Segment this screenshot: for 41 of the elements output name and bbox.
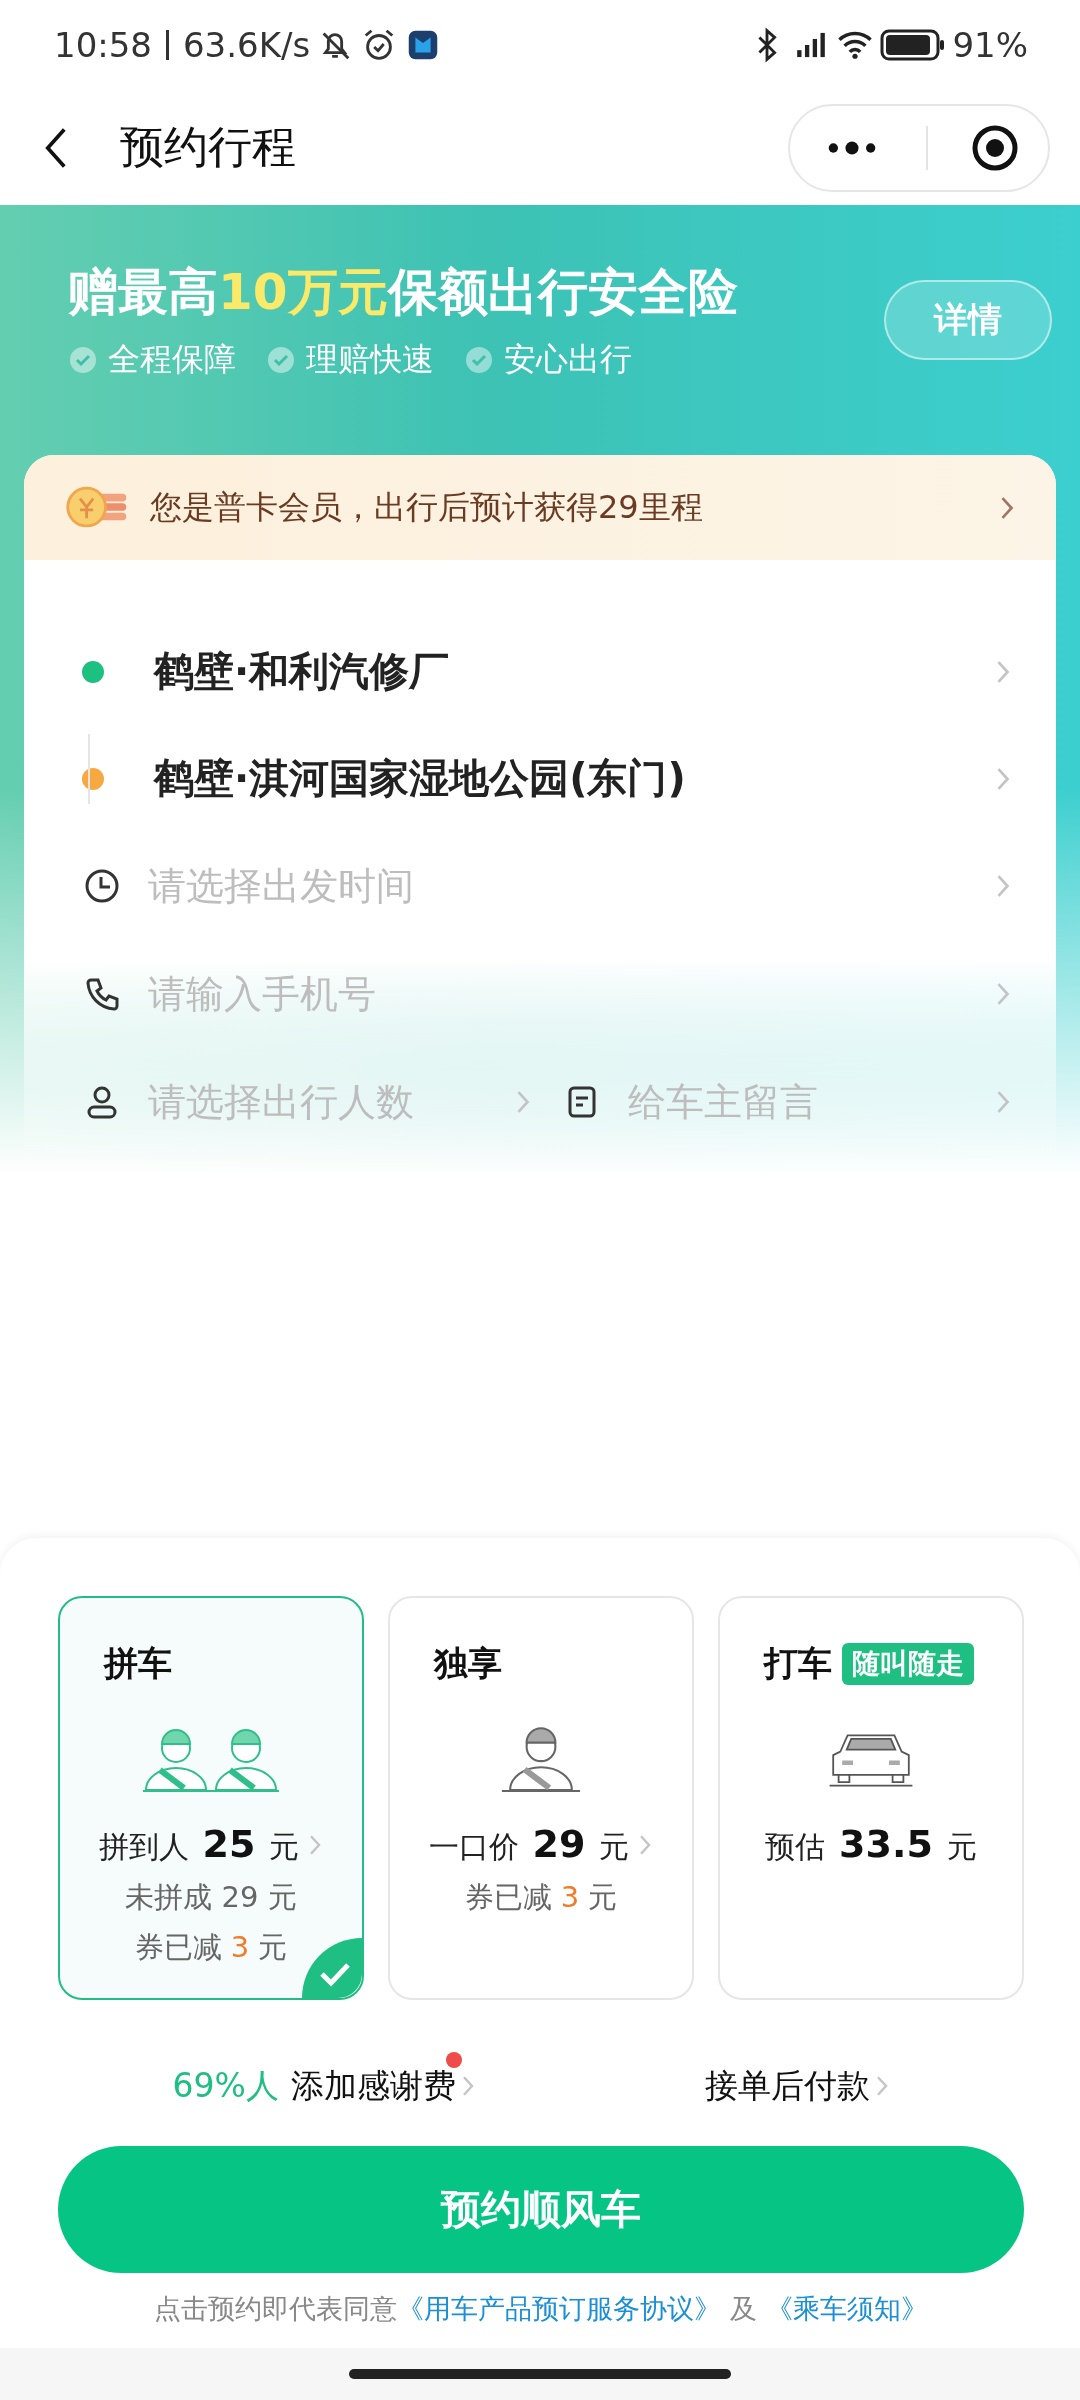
field-placeholder: 请选择出行人数 <box>148 1078 415 1126</box>
option-title: 独享 <box>434 1642 502 1685</box>
page-title: 预约行程 <box>120 120 297 174</box>
terms-text: 点击预约即代表同意《用车产品预订服务协议》 及 《乘车须知》 <box>153 2292 929 2326</box>
location-name: 鹤壁·和利汽修厂 <box>154 647 451 696</box>
member-banner[interactable]: 您是普卡会员，出行后预计获得29里程 <box>24 455 1056 560</box>
feature-label: 全程保障 <box>108 338 236 380</box>
field-placeholder: 给车主留言 <box>628 1078 819 1126</box>
feature-label: 理赔快速 <box>306 338 434 380</box>
check-circle-icon <box>464 344 494 375</box>
feature-label: 安心出行 <box>504 338 632 380</box>
thanks-fee-button[interactable]: 69%人 添加感谢费 <box>172 2056 476 2116</box>
option-title: 打车 <box>764 1642 832 1685</box>
price-note: 未拼成 29 元 <box>125 1879 297 1916</box>
payment-button[interactable]: 接单后付款 <box>704 2056 890 2116</box>
network-speed: 63.6K/s <box>183 25 311 65</box>
check-circle-icon <box>68 344 98 375</box>
check-circle-icon <box>266 344 296 375</box>
ride-option-card[interactable]: 拼车 拼到人 25 元 未拼成 29 元 券已减 3 元 <box>58 1596 364 2000</box>
check-corner-icon <box>302 1938 362 1998</box>
insurance-title: 赠最高10万元保额出行安全险 <box>68 261 739 323</box>
price-text: 一口价 29 元 <box>428 1822 630 1868</box>
price-note: 券已减 3 元 <box>464 1879 618 1916</box>
status-time: 10:58 <box>54 25 152 65</box>
location-row[interactable]: 鹤壁·淇河国家湿地公园(东门) <box>24 725 1056 832</box>
battery-icon <box>880 28 947 62</box>
option-tag: 随叫随走 <box>842 1643 974 1685</box>
agreement-link[interactable]: 《乘车须知》 <box>765 2293 928 2324</box>
price-note: 券已减 3 元 <box>134 1929 288 1966</box>
ride-option-card[interactable]: 独享 一口价 29 元 券已减 3 元 <box>388 1596 694 2000</box>
member-text: 您是普卡会员，出行后预计获得29里程 <box>150 486 704 528</box>
field-placeholder: 请输入手机号 <box>148 970 377 1018</box>
battery-percent: 91% <box>952 25 1028 65</box>
ride-option-card[interactable]: 打车 随叫随走 预估 33.5 元 <box>718 1596 1024 2000</box>
location-name: 鹤壁·淇河国家湿地公园(东门) <box>154 754 687 803</box>
option-title: 拼车 <box>104 1642 172 1685</box>
location-row[interactable]: 鹤壁·和利汽修厂 <box>24 618 1056 725</box>
price-text: 预估 33.5 元 <box>765 1822 977 1868</box>
price-text: 拼到人 25 元 <box>98 1822 300 1868</box>
agreement-link[interactable]: 《用车产品预订服务协议》 <box>397 2293 722 2324</box>
field-placeholder: 请选择出发时间 <box>148 862 415 910</box>
